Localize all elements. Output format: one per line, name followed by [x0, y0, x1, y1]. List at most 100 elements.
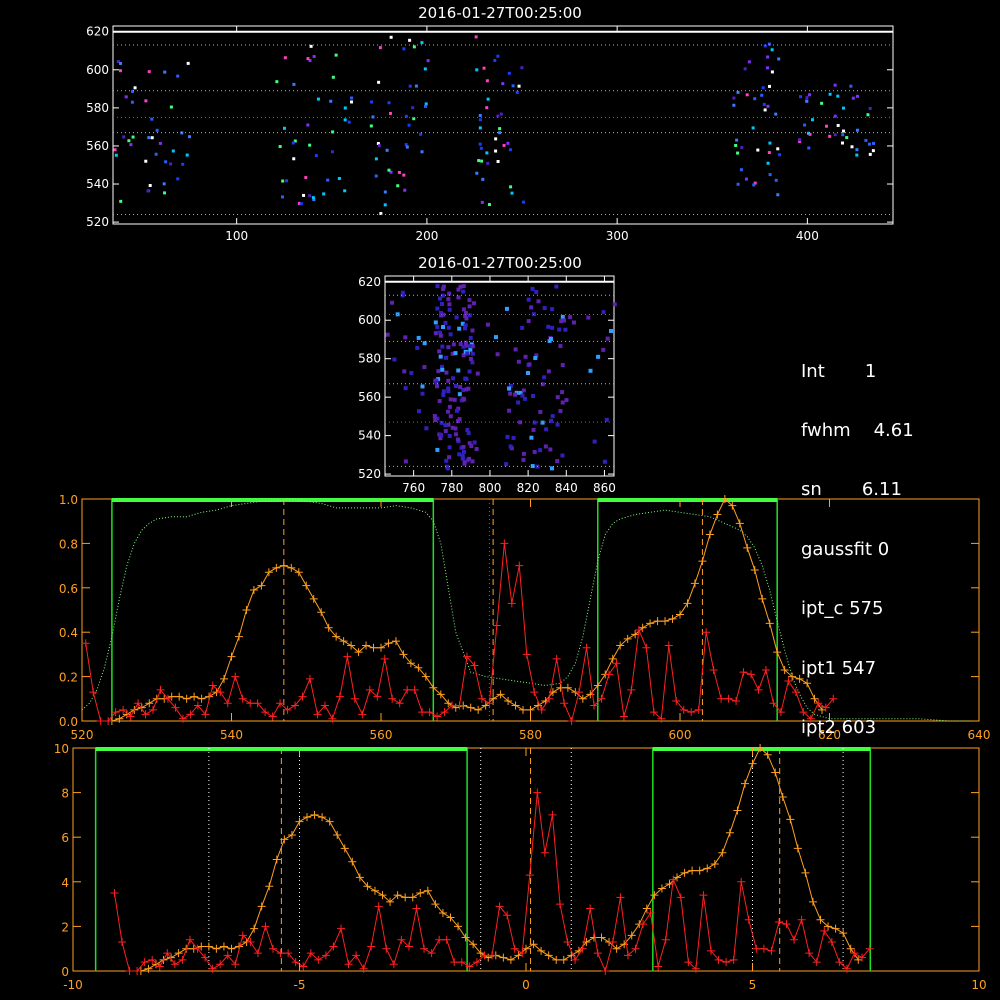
mid-pixel	[555, 459, 560, 464]
top-pixel	[403, 188, 407, 192]
mid-pixel	[461, 307, 466, 312]
mid-pixel	[416, 409, 421, 414]
top-xtick-label: 200	[415, 229, 438, 243]
p1-ytick-label: 1.0	[59, 493, 78, 507]
top-pixel	[311, 196, 315, 200]
mid-pixel	[521, 388, 526, 393]
mid-panel-title: 2016-01-27T00:25:00	[418, 254, 582, 272]
mid-pixel	[513, 392, 518, 397]
top-pixel	[776, 147, 780, 151]
mid-pixel	[437, 296, 442, 301]
mid-pixel	[511, 435, 516, 440]
top-xtick-label: 300	[606, 229, 629, 243]
top-pixel	[281, 179, 285, 183]
mid-pixel	[513, 347, 518, 352]
top-xtick-label: 100	[225, 229, 248, 243]
top-pixel	[306, 123, 310, 127]
mid-pixel	[454, 432, 459, 437]
mid-pixel	[441, 287, 446, 292]
mid-pixel	[443, 429, 448, 434]
p1-ytick-label: 0.0	[59, 715, 78, 729]
top-pixel	[767, 151, 771, 155]
top-pixel	[397, 170, 401, 174]
mid-pixel	[538, 409, 543, 414]
p1-xtick-label: 600	[669, 728, 692, 742]
mid-pixel	[530, 464, 535, 469]
mid-pixel	[460, 453, 465, 458]
top-pixel	[477, 159, 481, 163]
top-pixel	[478, 114, 482, 118]
top-pixel	[494, 137, 498, 141]
top-pixel	[291, 141, 295, 145]
top-pixel	[836, 123, 840, 127]
mid-pixel	[448, 414, 453, 419]
mid-pixel	[546, 324, 551, 329]
top-pixel	[833, 83, 837, 87]
mid-pixel	[444, 355, 449, 360]
mid-pixel	[568, 315, 573, 320]
mid-pixel	[385, 332, 390, 337]
mid-pixel	[433, 418, 438, 423]
mid-ytick-label: 580	[358, 352, 381, 366]
mid-pixel	[461, 444, 466, 449]
mid-pixel	[453, 384, 458, 389]
mid-pixel	[520, 325, 525, 330]
mid-pixel	[440, 302, 445, 307]
mid-pixel	[516, 359, 521, 364]
mid-pixel	[441, 389, 446, 394]
top-xtick-label: 400	[796, 229, 819, 243]
mid-pixel	[526, 297, 531, 302]
top-pixel	[482, 66, 486, 70]
top-pixel	[150, 117, 154, 121]
top-pixel	[855, 148, 859, 152]
top-pixel	[810, 118, 814, 122]
mid-pixel	[530, 286, 535, 291]
mid-pixel	[467, 344, 472, 349]
top-pixel	[509, 185, 513, 189]
top-pixel	[808, 132, 812, 136]
top-pixel	[281, 195, 285, 199]
mid-pixel	[461, 353, 466, 358]
mid-pixel	[435, 447, 440, 452]
mid-pixel	[602, 459, 607, 464]
top-pixel	[510, 191, 514, 195]
top-pixel	[302, 193, 306, 197]
top-pixel	[163, 191, 167, 195]
top-pixel	[833, 133, 837, 137]
top-pixel	[330, 150, 334, 154]
top-pixel	[371, 115, 375, 119]
mid-pixel	[470, 459, 475, 464]
mid-pixel	[521, 457, 526, 462]
p2-ytick-label: 0	[61, 965, 69, 979]
top-pixel	[412, 45, 416, 49]
top-pixel	[502, 143, 506, 147]
mid-pixel	[529, 435, 534, 440]
mid-pixel	[432, 414, 437, 419]
mid-pixel	[422, 341, 427, 346]
top-pixel	[378, 46, 382, 50]
top-pixel	[322, 192, 326, 196]
top-pixel	[734, 143, 738, 147]
top-pixel	[747, 60, 751, 64]
mid-pixel	[457, 417, 462, 422]
mid-xtick-label: 780	[440, 481, 463, 495]
mid-pixel	[604, 417, 609, 422]
mid-pixel	[420, 384, 425, 389]
mid-pixel	[454, 315, 459, 320]
mid-pixel	[508, 391, 513, 396]
top-pixel	[836, 94, 840, 98]
mid-pixel	[571, 320, 576, 325]
mid-pixel	[558, 409, 563, 414]
top-pixel	[808, 93, 812, 97]
mid-pixel	[443, 423, 448, 428]
mid-pixel	[446, 297, 451, 302]
mid-ytick-label: 620	[358, 275, 381, 289]
mid-pixel	[402, 369, 407, 374]
top-pixel	[736, 90, 740, 94]
mid-pixel	[450, 425, 455, 430]
mid-pixel	[468, 356, 473, 361]
mid-pixel	[467, 304, 472, 309]
mid-pixel	[557, 327, 562, 332]
mid-pixel	[457, 392, 462, 397]
mid-pixel	[400, 290, 405, 295]
